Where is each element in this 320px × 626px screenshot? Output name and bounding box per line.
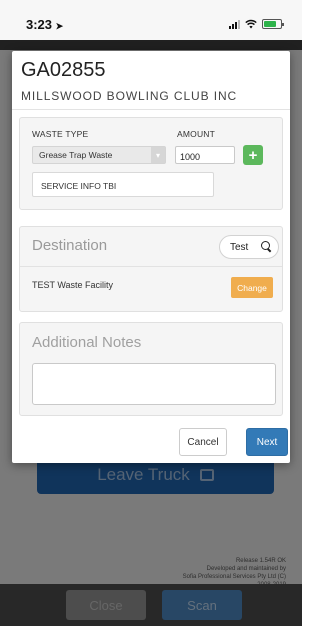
next-button[interactable]: Next xyxy=(246,428,288,456)
amount-input[interactable] xyxy=(175,146,235,164)
waste-panel: WASTE TYPE AMOUNT Grease Trap Waste ▾ + … xyxy=(19,117,283,210)
notes-panel: Additional Notes xyxy=(19,322,283,416)
change-destination-button[interactable]: Change xyxy=(231,277,273,298)
battery-level xyxy=(264,21,276,27)
search-icon[interactable] xyxy=(261,241,272,252)
waste-type-label: WASTE TYPE xyxy=(32,129,89,139)
chevron-down-icon: ▾ xyxy=(151,147,165,163)
amount-label: AMOUNT xyxy=(177,129,216,139)
waste-type-value: Grease Trap Waste xyxy=(39,150,113,160)
wifi-icon xyxy=(245,19,257,29)
service-info-field[interactable]: SERVICE INFO TBI xyxy=(32,172,214,197)
destination-divider xyxy=(20,266,282,267)
notes-textarea[interactable] xyxy=(32,363,276,405)
destination-search-input[interactable]: Test xyxy=(219,235,279,259)
waste-type-select[interactable]: Grease Trap Waste ▾ xyxy=(32,146,166,164)
cellular-signal-icon xyxy=(229,19,240,29)
cancel-button[interactable]: Cancel xyxy=(179,428,227,456)
destination-panel: Destination Test TEST Waste Facility Cha… xyxy=(19,226,283,312)
status-icons xyxy=(229,18,284,30)
add-waste-button[interactable]: + xyxy=(243,145,263,165)
job-id: GA02855 xyxy=(21,59,106,81)
destination-facility: TEST Waste Facility xyxy=(32,280,114,290)
battery-charging-icon xyxy=(262,19,284,29)
clock-time: 3:23 xyxy=(26,17,53,32)
header-divider xyxy=(12,109,290,110)
client-name: MILLSWOOD BOWLING CLUB INC xyxy=(21,89,238,103)
notes-title: Additional Notes xyxy=(32,334,142,351)
status-time: 3:23 ➤ xyxy=(26,17,63,32)
status-bar: 3:23 ➤ xyxy=(0,0,302,40)
destination-title: Destination xyxy=(32,237,108,254)
job-modal: GA02855 MILLSWOOD BOWLING CLUB INC WASTE… xyxy=(12,51,290,463)
destination-search-value: Test xyxy=(230,242,249,253)
location-arrow-icon: ➤ xyxy=(55,21,64,31)
